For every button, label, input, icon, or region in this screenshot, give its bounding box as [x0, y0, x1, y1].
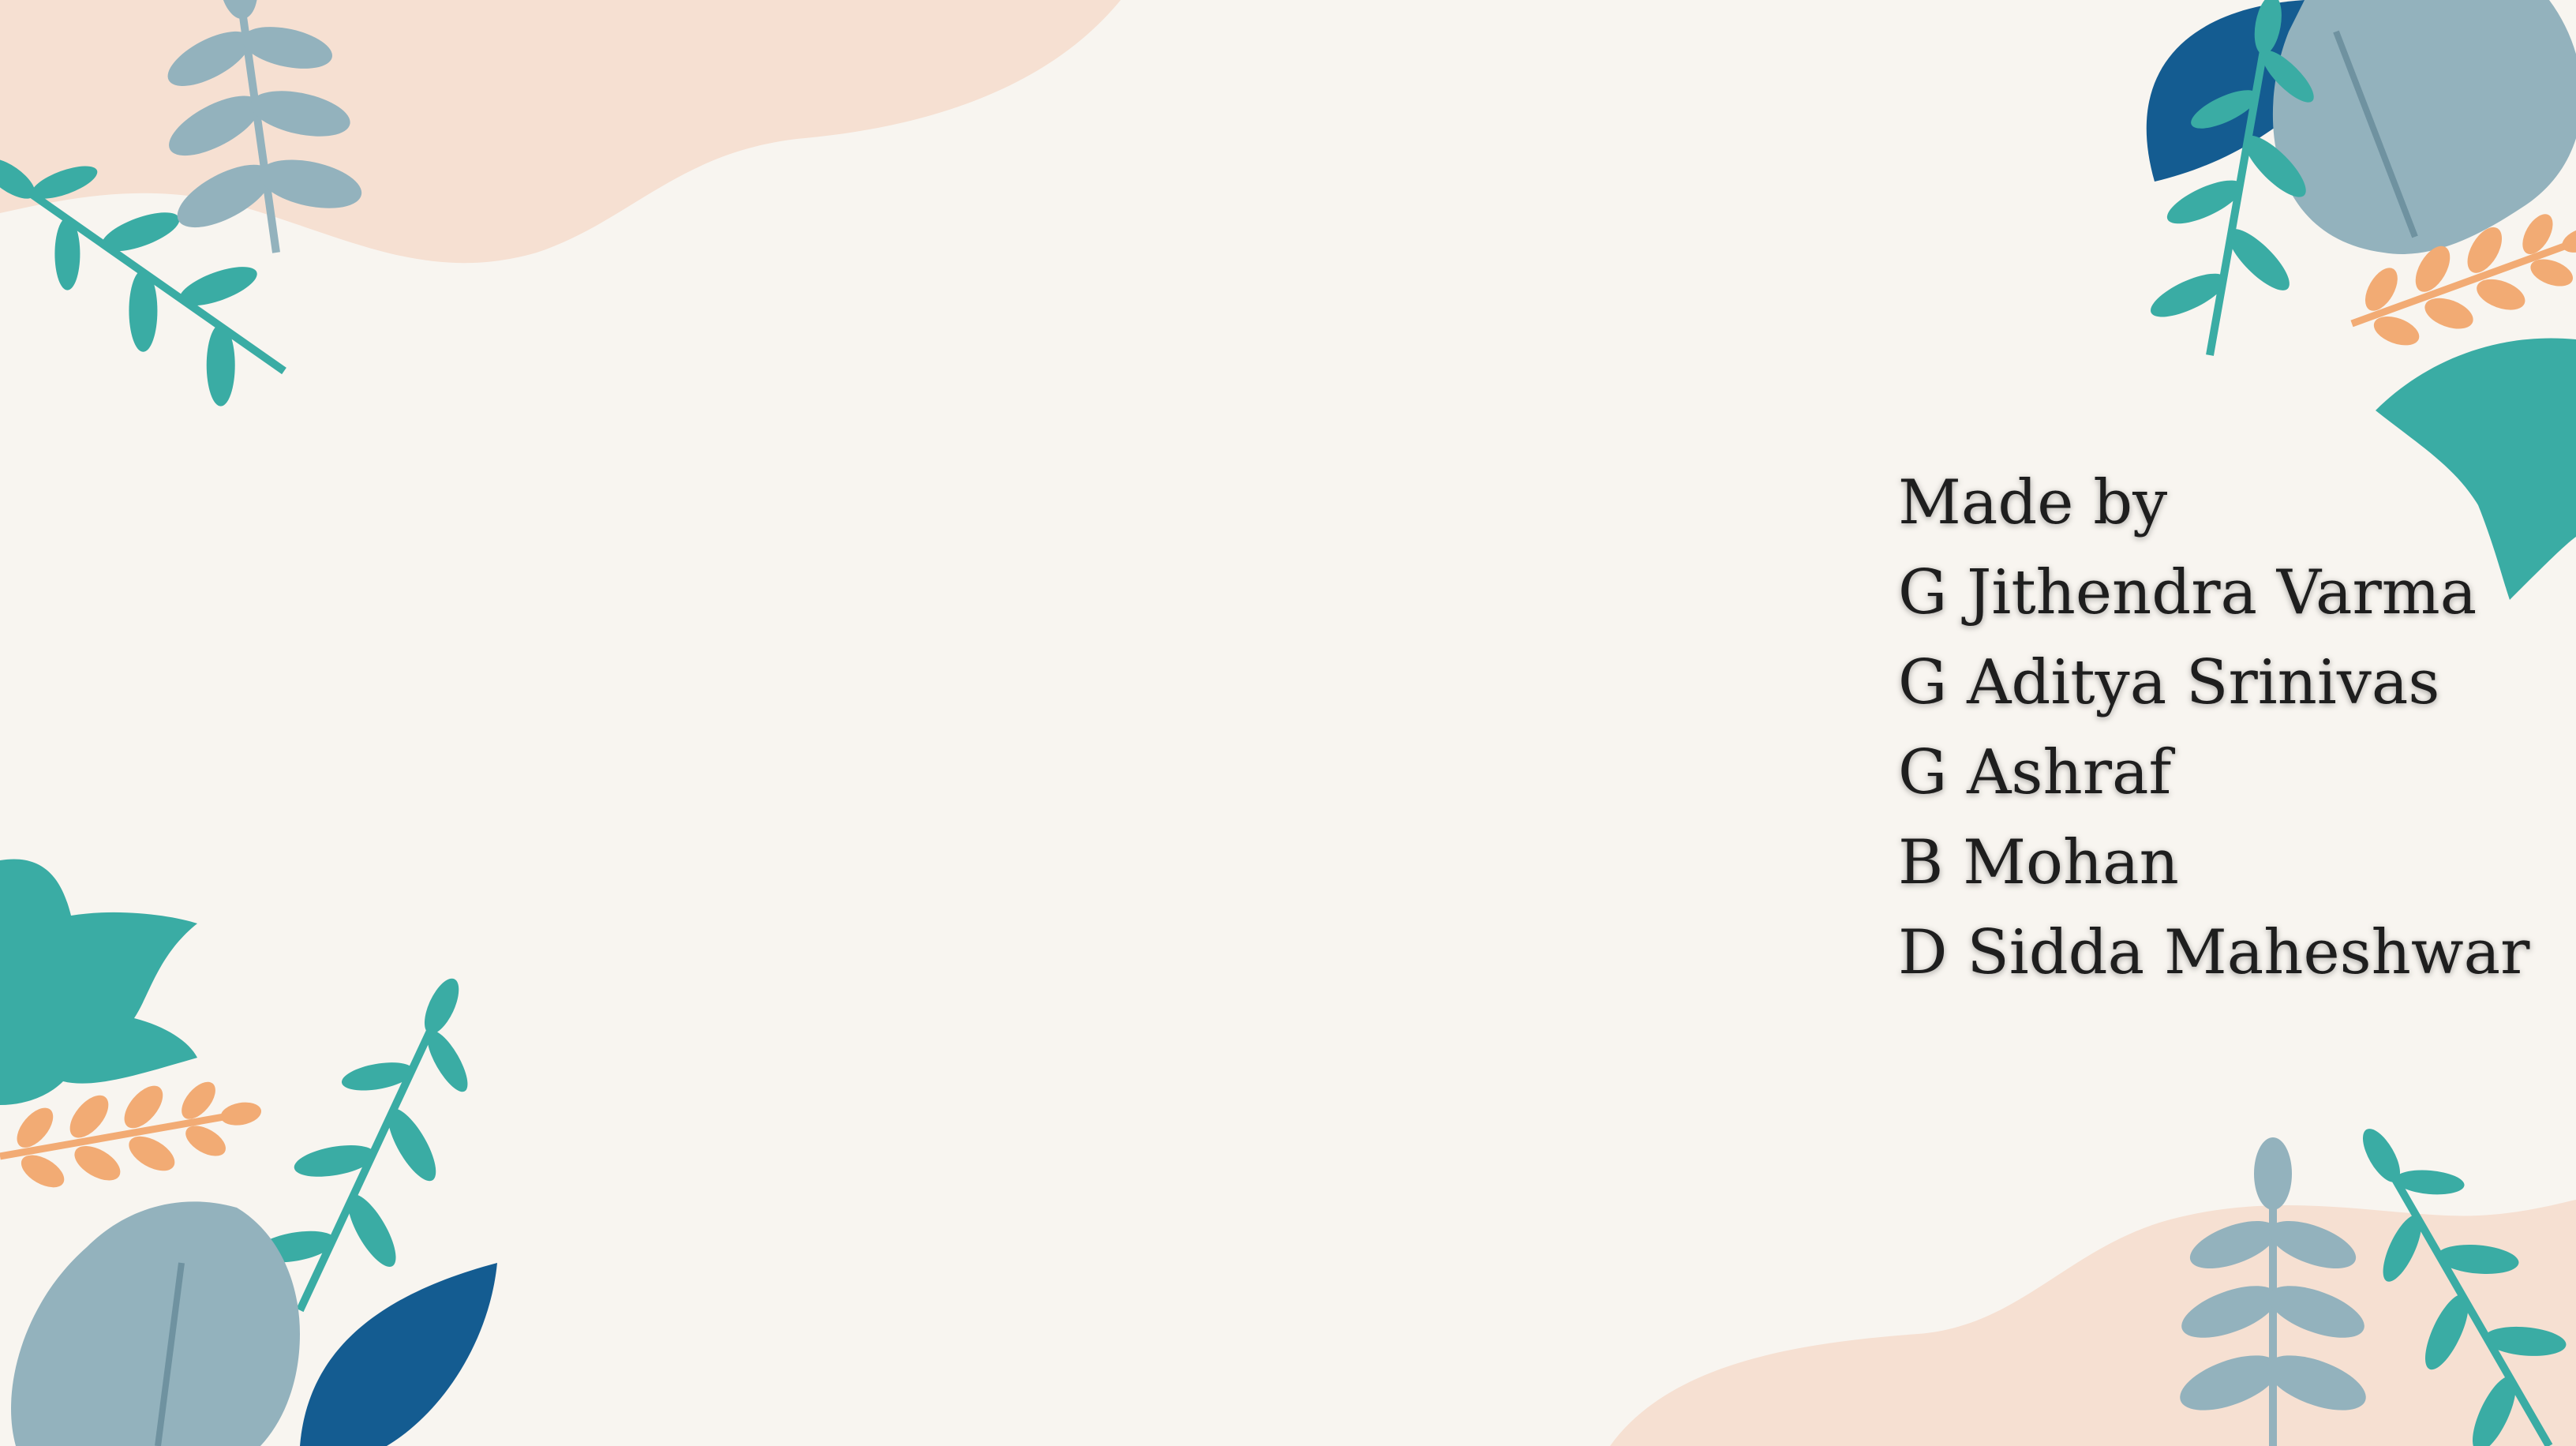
member-name: G Ashraf	[1898, 737, 2172, 808]
member-name: B Mohan	[1898, 827, 2179, 898]
slide: Made by G Jithendra Varma G Aditya Srini…	[0, 0, 2576, 1446]
member-name: D Sidda Maheshwar	[1898, 917, 2530, 988]
member-name: G Jithendra Varma	[1898, 557, 2477, 628]
credits-heading: Made by	[1898, 467, 2168, 538]
member-name: G Aditya Srinivas	[1898, 647, 2440, 718]
credits-block: Made by G Jithendra Varma G Aditya Srini…	[1898, 458, 2545, 998]
